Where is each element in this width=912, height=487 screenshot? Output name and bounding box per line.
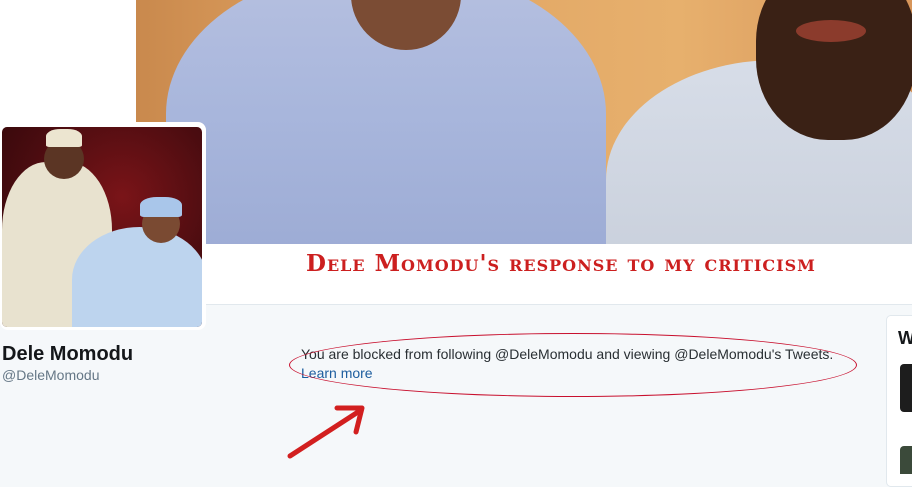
header-photo xyxy=(136,0,912,244)
annotation-ellipse xyxy=(289,333,857,397)
profile-handle[interactable]: @DeleMomodu xyxy=(2,367,99,383)
profile-name[interactable]: Dele Momodu xyxy=(2,343,133,366)
header-caption: Dele Momodu's response to my criticism xyxy=(306,250,816,277)
annotation-arrow-icon xyxy=(287,405,365,459)
sidebar-thumbnail[interactable] xyxy=(900,364,912,412)
sidebar-heading: W xyxy=(898,328,912,348)
sidebar-thumbnail[interactable] xyxy=(900,446,912,474)
avatar[interactable] xyxy=(2,127,202,327)
